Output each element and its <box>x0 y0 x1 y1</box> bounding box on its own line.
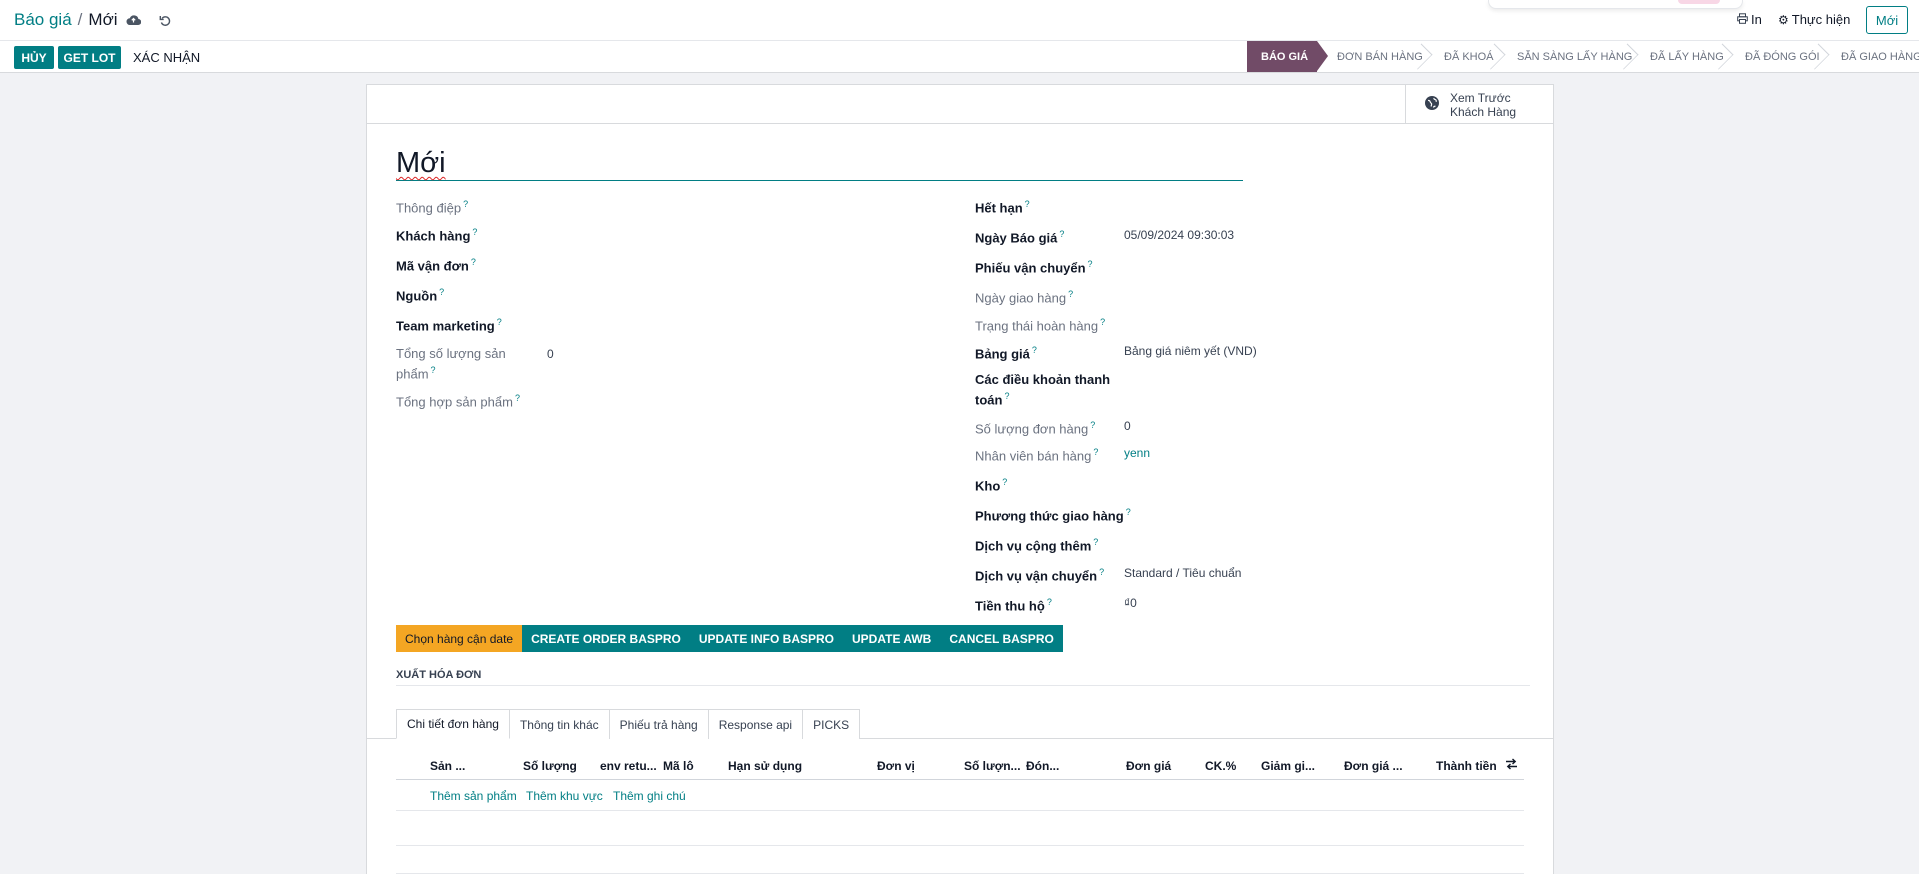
action-label: Thực hiện <box>1791 12 1851 27</box>
record-title-text: Mới <box>396 147 446 179</box>
control-panel: HỦY GET LOT XÁC NHẬN BÁO GIÁ ĐƠN BÁN HÀN… <box>0 40 1919 73</box>
status-bar: BÁO GIÁ ĐƠN BÁN HÀNG ĐÃ KHOÁ SẴN SÀNG LẤ… <box>1247 41 1919 72</box>
status-step-locked[interactable]: ĐÃ KHOÁ <box>1424 41 1497 72</box>
breadcrumb-separator: / <box>77 10 83 29</box>
status-step-picked[interactable]: ĐÃ LẤY HÀNG <box>1630 41 1725 72</box>
warehouse-label: Kho? <box>975 477 1008 494</box>
gear-icon: ⚙ <box>1778 12 1789 27</box>
column-header-delivered-qty[interactable]: Số lượn... <box>964 759 1021 773</box>
discard-undo-icon[interactable] <box>154 9 176 31</box>
form-action-buttons: Chọn hàng cận date CREATE ORDER BASPRO U… <box>396 625 1063 652</box>
add-note-link[interactable]: Thêm ghi chú <box>613 789 686 803</box>
order-count-value: 0 <box>1124 419 1131 433</box>
breadcrumb-parent[interactable]: Báo giá <box>14 10 72 29</box>
notebook-tabs: Chi tiết đơn hàng Thông tin khác Phiếu t… <box>396 709 861 739</box>
breadcrumb: Báo giá / Mới <box>14 10 118 30</box>
add-section-link[interactable]: Thêm khu vực <box>526 789 603 803</box>
order-lines-header: Sản ... Số lượng env retu... Mã lô Hạn s… <box>396 752 1524 780</box>
record-title-input[interactable]: Mới <box>396 147 1243 181</box>
pricelist-field[interactable]: Bảng giá niêm yết (VND) <box>1124 343 1257 359</box>
marketing-team-label: Team marketing? <box>396 317 502 334</box>
shipping-slip-label: Phiếu vận chuyển? <box>975 259 1093 276</box>
column-header-quantity[interactable]: Số lượng <box>523 759 577 773</box>
status-step-quotation[interactable]: BÁO GIÁ <box>1247 41 1328 72</box>
status-step-delivered[interactable]: ĐÃ GIAO HÀNG <box>1821 41 1919 72</box>
status-step-packed[interactable]: ĐÃ ĐÓNG GÓI <box>1725 41 1821 72</box>
smart-button-bar: Xem Trước Khách Hàng <box>367 85 1553 124</box>
column-header-uom[interactable]: Đơn vị <box>877 759 915 773</box>
salesperson-label: Nhân viên bán hàng? <box>975 447 1099 464</box>
get-lot-button[interactable]: GET LOT <box>58 46 121 69</box>
cancel-baspro-button[interactable]: CANCEL BASPRO <box>940 625 1063 652</box>
cod-field[interactable]: ₫0 <box>1124 595 1137 611</box>
quote-date-field[interactable]: 05/09/2024 09:30:03 <box>1124 227 1234 243</box>
column-header-expiry-date[interactable]: Hạn sử dụng <box>728 759 802 773</box>
delivery-method-label: Phương thức giao hàng? <box>975 507 1131 524</box>
print-button[interactable]: In <box>1737 12 1762 27</box>
preview-line-2: Khách Hàng <box>1450 104 1517 119</box>
quote-date-label: Ngày Báo giá? <box>975 229 1065 246</box>
column-header-product[interactable]: Sản ... <box>430 759 465 773</box>
globe-icon <box>1424 95 1440 114</box>
column-header-discount-percent[interactable]: CK.% <box>1205 759 1236 773</box>
extra-service-label: Dịch vụ cộng thêm? <box>975 537 1099 554</box>
message-label: Thông điệp? <box>396 199 469 216</box>
payment-terms-label: Các điều khoản thanh toán? <box>975 372 1111 408</box>
printer-icon <box>1737 12 1748 27</box>
invoice-section-title: XUẤT HÓA ĐƠN <box>396 669 482 681</box>
column-settings-icon[interactable] <box>1505 758 1518 773</box>
source-label: Nguồn? <box>396 287 445 304</box>
tab-order-lines[interactable]: Chi tiết đơn hàng <box>396 709 510 739</box>
refund-status-label: Trạng thái hoàn hàng? <box>975 317 1106 334</box>
print-label: In <box>1751 12 1762 27</box>
tab-response-api[interactable]: Response api <box>707 709 804 739</box>
order-lines-add-row: Thêm sản phẩm Thêm khu vực Thêm ghi chú <box>396 781 1524 811</box>
pricelist-label: Bảng giá? <box>975 345 1037 362</box>
expiration-label: Hết hạn? <box>975 199 1030 216</box>
shipping-service-label: Dịch vụ vận chuyển? <box>975 567 1105 584</box>
update-awb-button[interactable]: UPDATE AWB <box>843 625 941 652</box>
breadcrumb-current: Mới <box>88 10 118 29</box>
column-header-env-return[interactable]: env retu... <box>600 759 657 773</box>
new-record-button[interactable]: Mới <box>1866 6 1908 34</box>
salesperson-field[interactable]: yenn <box>1124 445 1150 461</box>
product-summary-label: Tổng hợp sản phẩm? <box>396 393 520 410</box>
action-menu-button[interactable]: ⚙ Thực hiện <box>1778 12 1850 27</box>
total-quantity-label: Tổng số lượng sản phẩm? <box>396 346 506 382</box>
column-header-packaging[interactable]: Đón... <box>1026 759 1059 773</box>
customer-preview-button[interactable]: Xem Trước Khách Hàng <box>1405 85 1553 124</box>
column-header-subtotal[interactable]: Thành tiền <box>1436 759 1497 773</box>
column-header-discount-amount[interactable]: Giảm gi... <box>1261 759 1315 773</box>
tab-other-info[interactable]: Thông tin khác <box>508 709 610 739</box>
shipping-service-field[interactable]: Standard / Tiêu chuẩn <box>1124 565 1241 581</box>
preview-line-1: Xem Trước <box>1450 90 1511 105</box>
cod-label: Tiền thu hộ? <box>975 597 1052 614</box>
section-divider <box>396 685 1530 686</box>
create-order-baspro-button[interactable]: CREATE ORDER BASPRO <box>522 625 690 652</box>
form-sheet: Xem Trước Khách Hàng Mới Thông điệp? Khá… <box>366 84 1554 874</box>
status-step-sales-order[interactable]: ĐƠN BÁN HÀNG <box>1317 41 1424 72</box>
order-count-label: Số lượng đơn hàng? <box>975 420 1096 437</box>
tab-return-slips[interactable]: Phiếu trả hàng <box>608 709 709 739</box>
empty-row-divider <box>396 845 1524 846</box>
update-info-baspro-button[interactable]: UPDATE INFO BASPRO <box>689 625 844 652</box>
confirm-button[interactable]: XÁC NHẬN <box>133 50 200 65</box>
top-bar: Báo giá / Mới In ⚙ Thực hiện Mới <box>0 0 1919 40</box>
column-header-lot[interactable]: Mã lô <box>663 759 694 773</box>
select-near-date-button[interactable]: Chọn hàng cận date <box>396 625 523 652</box>
tab-picks[interactable]: PICKS <box>802 709 861 739</box>
total-quantity-value: 0 <box>547 347 554 361</box>
column-header-net-price[interactable]: Đơn giá ... <box>1344 759 1403 773</box>
notification-popup-edge <box>1488 0 1743 9</box>
tracking-code-label: Mã vận đơn? <box>396 257 476 274</box>
column-header-unit-price[interactable]: Đơn giá <box>1126 759 1171 773</box>
status-step-ready-to-pick[interactable]: SẴN SÀNG LẤY HÀNG <box>1497 41 1632 72</box>
delivery-date-label: Ngày giao hàng? <box>975 289 1074 306</box>
cloud-upload-icon[interactable] <box>122 9 144 31</box>
customer-label: Khách hàng? <box>396 227 478 244</box>
add-product-link[interactable]: Thêm sản phẩm <box>430 789 517 803</box>
cancel-button[interactable]: HỦY <box>14 46 54 69</box>
